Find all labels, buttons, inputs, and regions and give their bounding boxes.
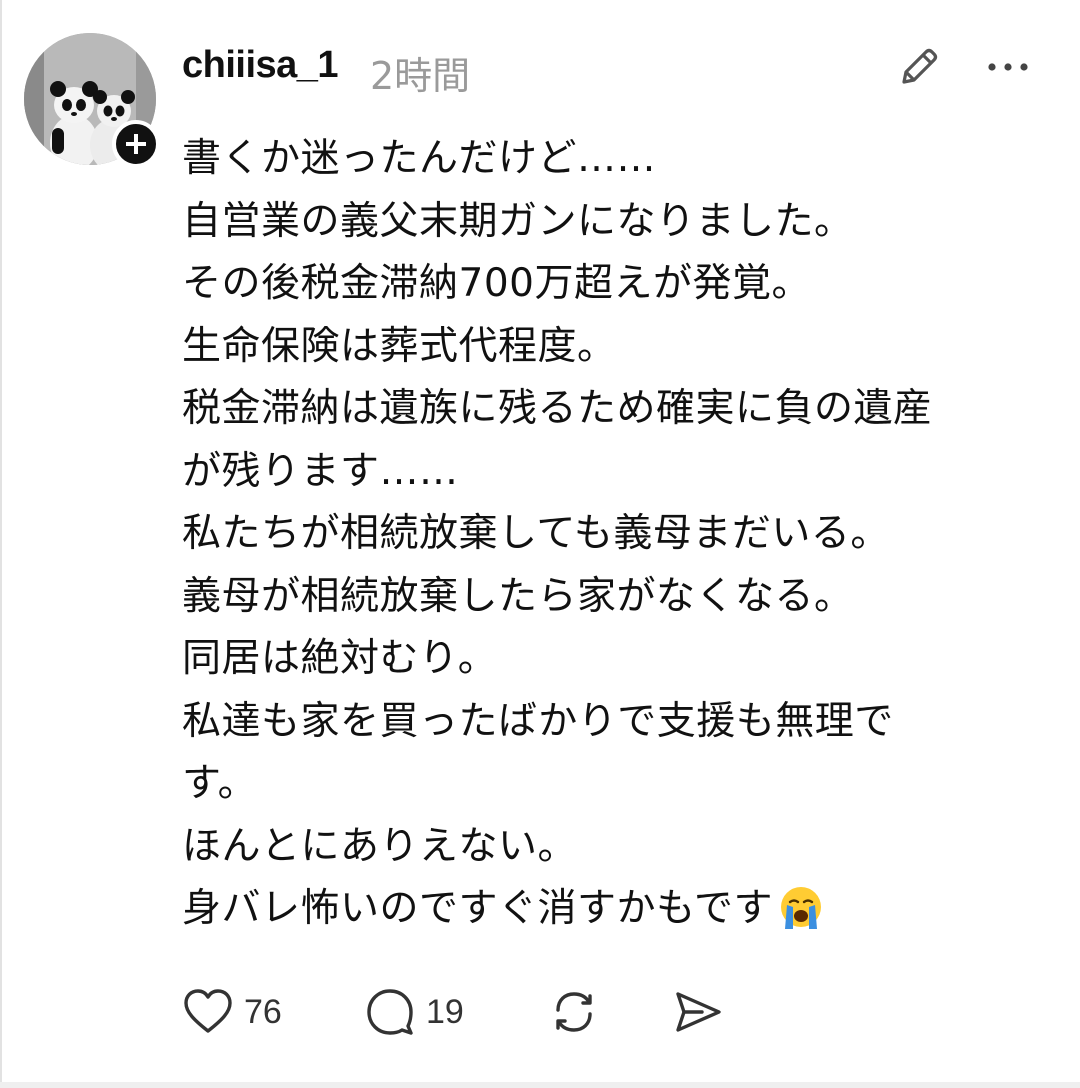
comment-button[interactable]: 19 bbox=[364, 984, 464, 1040]
post-line: 私達も家を買ったばかりで支援も無理で bbox=[182, 698, 894, 744]
like-button[interactable]: 76 bbox=[182, 984, 282, 1040]
post-line: 税金滞納は遺族に残るため確実に負の遺産 bbox=[182, 386, 933, 431]
post-line: 私たちが相続放棄しても義母まだいる。 bbox=[182, 511, 890, 556]
post-line: 書くか迷ったんだけど…… bbox=[182, 136, 657, 181]
post-line: ほんとにありえない。 bbox=[182, 823, 578, 869]
more-icon[interactable] bbox=[984, 55, 1032, 79]
post-line: 義母が相続放棄したら家がなくなる。 bbox=[182, 573, 854, 619]
like-count: 76 bbox=[244, 992, 282, 1031]
post-line: 自営業の義父末期ガンになりました。 bbox=[182, 198, 854, 244]
post-line-last: 身バレ怖いのですぐ消すかもです bbox=[182, 878, 1062, 941]
heart-icon bbox=[184, 989, 232, 1033]
share-button[interactable] bbox=[672, 984, 724, 1040]
frame-border bbox=[0, 0, 2, 1088]
loudly-crying-face-emoji bbox=[780, 887, 821, 930]
post-line: その後税金滞納700万超えが発覚。 bbox=[182, 261, 811, 306]
frame-border-bottom bbox=[0, 1082, 1080, 1088]
username[interactable]: chiiisa_1 bbox=[182, 44, 339, 87]
repost-icon bbox=[556, 992, 592, 1032]
repost-button[interactable] bbox=[548, 984, 600, 1040]
comment-icon bbox=[367, 989, 413, 1035]
plus-icon bbox=[126, 134, 146, 154]
timestamp: 2時間 bbox=[370, 54, 471, 98]
post-line: す。 bbox=[182, 761, 258, 806]
comment-count: 19 bbox=[426, 992, 464, 1031]
edit-icon[interactable] bbox=[896, 44, 942, 90]
follow-button[interactable] bbox=[112, 120, 160, 168]
send-icon bbox=[676, 992, 721, 1032]
post-line-text: 身バレ怖いのですぐ消すかもです bbox=[182, 886, 773, 931]
post-line: 同居は絶対むり。 bbox=[182, 636, 498, 681]
post-line: が残ります…… bbox=[182, 448, 459, 494]
post-text: 書くか迷ったんだけど…… 自営業の義父末期ガンになりました。 その後税金滞納70… bbox=[182, 128, 1062, 941]
post-line: 生命保険は葬式代程度。 bbox=[182, 323, 617, 369]
